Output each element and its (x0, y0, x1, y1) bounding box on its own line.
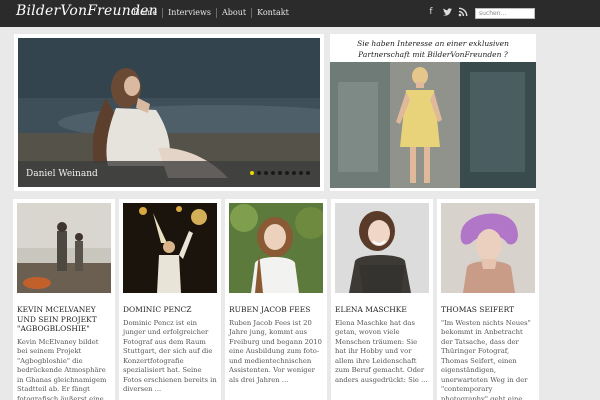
article-image[interactable] (229, 203, 323, 293)
hero-image[interactable]: Daniel Weinand (18, 38, 320, 187)
slider-dot[interactable] (271, 171, 275, 175)
article-card[interactable]: ELENA MASCHKE Elena Maschke hat das geta… (331, 199, 433, 400)
article-image[interactable] (123, 203, 217, 293)
nav-interviews[interactable]: Interviews (162, 8, 216, 18)
slider-dot[interactable] (264, 171, 268, 175)
slider-dot[interactable] (292, 171, 296, 175)
header-bar: BilderVonFreunden Home Interviews About … (0, 0, 600, 27)
article-title[interactable]: RUBEN JACOB FEES (229, 305, 323, 315)
rss-icon[interactable] (458, 7, 468, 18)
slider-dot[interactable] (306, 171, 310, 175)
promo-image[interactable] (330, 62, 536, 188)
hero-caption-bar: Daniel Weinand (18, 161, 320, 187)
article-title[interactable]: DOMINIC PENCZ (123, 305, 217, 315)
article-card[interactable]: DOMINIC PENCZ Dominic Pencz ist ein jung… (119, 199, 221, 400)
main-nav: Home Interviews About Kontakt (128, 8, 294, 18)
facebook-icon[interactable]: f (426, 7, 436, 18)
article-card[interactable]: THOMAS SEIFERT "Im Westen nichts Neues" … (437, 199, 539, 400)
slider-dot[interactable] (257, 171, 261, 175)
slider-dot[interactable] (299, 171, 303, 175)
article-image[interactable] (441, 203, 535, 293)
partnership-promo[interactable]: Sie haben Interesse an einer exklusiven … (330, 34, 536, 191)
slider-dot[interactable] (278, 171, 282, 175)
social-links: f (426, 7, 468, 18)
nav-kontakt[interactable]: Kontakt (251, 8, 294, 18)
article-image[interactable] (335, 203, 429, 293)
search-input[interactable] (475, 8, 535, 19)
slider-dot[interactable] (250, 171, 254, 175)
nav-home[interactable]: Home (128, 8, 162, 18)
article-card[interactable]: RUBEN JACOB FEES Ruben Jacob Fees ist 20… (225, 199, 327, 400)
hero-caption[interactable]: Daniel Weinand (26, 169, 98, 179)
slider-dot[interactable] (285, 171, 289, 175)
twitter-icon[interactable] (442, 7, 452, 18)
article-title[interactable]: KEVIN MCELVANEY UND SEIN PROJEKT "AGBOGB… (17, 305, 111, 334)
hero-slider: Daniel Weinand (14, 34, 324, 191)
article-title[interactable]: THOMAS SEIFERT (441, 305, 535, 315)
article-excerpt: Dominic Pencz ist ein junger und erfolgr… (123, 318, 217, 394)
article-card[interactable]: KEVIN MCELVANEY UND SEIN PROJEKT "AGBOGB… (13, 199, 115, 400)
article-image[interactable] (17, 203, 111, 293)
article-excerpt: Ruben Jacob Fees ist 20 Jahre jung, komm… (229, 318, 322, 384)
slider-dots (250, 171, 310, 175)
article-excerpt: Elena Maschke hat das getan, wovon viele… (335, 318, 428, 384)
article-excerpt: "Im Westen nichts Neues" bekommt in Anbe… (441, 318, 532, 400)
nav-about[interactable]: About (215, 8, 251, 18)
article-excerpt: Kevin McElvaney bildet bei seinem Projek… (17, 337, 107, 400)
promo-text: Sie haben Interesse an einer exklusiven … (357, 39, 509, 59)
article-title[interactable]: ELENA MASCHKE (335, 305, 429, 315)
